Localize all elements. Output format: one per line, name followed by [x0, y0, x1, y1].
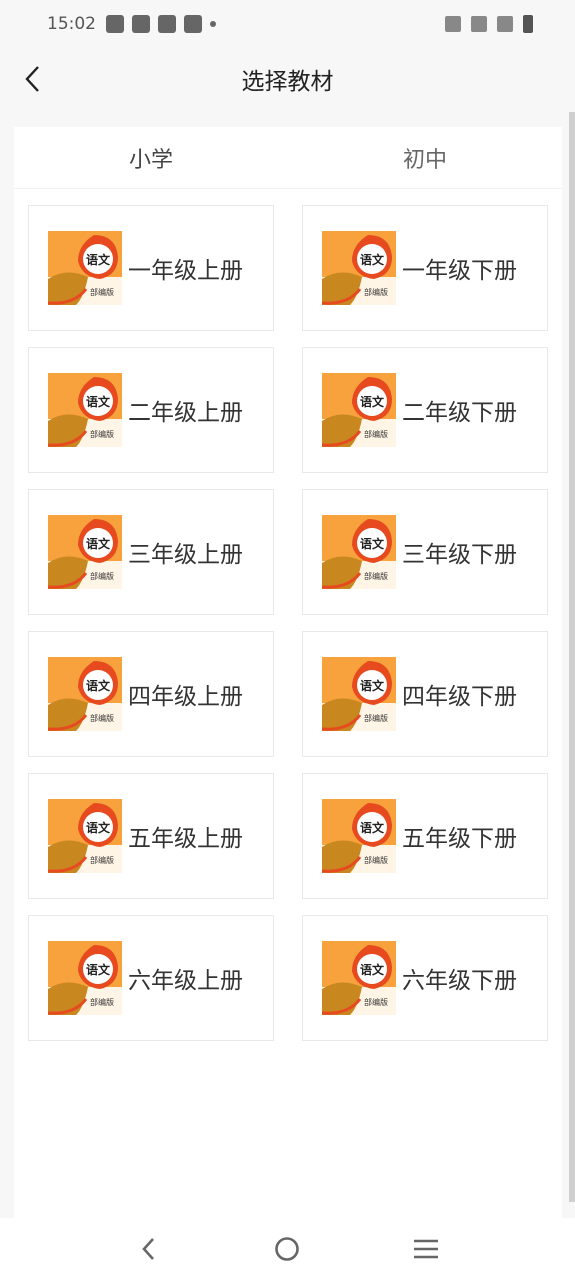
- textbook-card[interactable]: 语文 部编版 四年级下册: [302, 631, 548, 757]
- textbook-label: 四年级下册: [402, 684, 517, 710]
- cover-edition: 部编版: [364, 429, 388, 439]
- signal-icon: [497, 16, 513, 32]
- cover-subject: 语文: [360, 252, 385, 267]
- textbook-label: 二年级上册: [128, 400, 243, 426]
- textbook-cover-icon: 语文部编版: [322, 373, 396, 447]
- more-notifications-icon: [210, 21, 216, 27]
- scrollbar[interactable]: [569, 112, 575, 1202]
- battery-icon: [523, 15, 533, 33]
- textbook-cover-icon: 语文部编版: [48, 657, 122, 731]
- textbook-label: 五年级上册: [128, 826, 243, 852]
- cover-subject: 语文: [86, 252, 111, 267]
- textbook-card[interactable]: 语文 部编版 四年级上册: [28, 631, 274, 757]
- textbook-cover-icon: 语文部编版: [322, 515, 396, 589]
- system-nav-bar: [0, 1218, 575, 1280]
- cover-subject: 语文: [360, 962, 385, 977]
- cover-edition: 部编版: [364, 571, 388, 581]
- cover-subject: 语文: [86, 536, 111, 551]
- textbook-label: 三年级下册: [402, 542, 517, 568]
- cover-subject: 语文: [86, 820, 111, 835]
- title-bar: 选择教材: [0, 48, 575, 110]
- cover-edition: 部编版: [90, 287, 114, 297]
- cover-edition: 部编版: [364, 713, 388, 723]
- cover-edition: 部编版: [90, 855, 114, 865]
- textbook-label: 六年级上册: [128, 968, 243, 994]
- chevron-left-icon: [25, 66, 39, 92]
- textbook-cover-icon: 语文部编版: [48, 515, 122, 589]
- textbook-label: 一年级下册: [402, 258, 517, 284]
- content-panel: 小学 初中 语文 部编版 一年级上册 语文 部编版 一年级下册 语文 部编版 二年级上册 语文 部编…: [14, 127, 562, 1218]
- cover-subject: 语文: [86, 962, 111, 977]
- textbook-label: 三年级上册: [128, 542, 243, 568]
- cover-subject: 语文: [86, 678, 111, 693]
- nav-back-icon: [142, 1238, 155, 1260]
- vibrate-icon: [445, 16, 461, 32]
- nav-menu-button[interactable]: [406, 1229, 446, 1269]
- cover-edition: 部编版: [364, 997, 388, 1007]
- cover-edition: 部编版: [90, 571, 114, 581]
- textbook-card[interactable]: 语文 部编版 二年级下册: [302, 347, 548, 473]
- cover-subject: 语文: [360, 536, 385, 551]
- wifi-icon: [471, 16, 487, 32]
- nav-home-button[interactable]: [267, 1229, 307, 1269]
- tab-primary-school[interactable]: 小学: [14, 127, 288, 188]
- textbook-label: 二年级下册: [402, 400, 517, 426]
- nav-home-icon: [275, 1237, 300, 1261]
- notification-icons: [106, 15, 216, 33]
- textbook-label: 六年级下册: [402, 968, 517, 994]
- tab-junior-high[interactable]: 初中: [288, 127, 562, 188]
- textbook-card[interactable]: 语文 部编版 五年级上册: [28, 773, 274, 899]
- textbook-label: 四年级上册: [128, 684, 243, 710]
- textbook-label: 一年级上册: [128, 258, 243, 284]
- textbook-card[interactable]: 语文 部编版 六年级上册: [28, 915, 274, 1041]
- textbook-cover-icon: 语文部编版: [48, 799, 122, 873]
- textbook-label: 五年级下册: [402, 826, 517, 852]
- cover-subject: 语文: [86, 394, 111, 409]
- textbook-card[interactable]: 语文 部编版 一年级上册: [28, 205, 274, 331]
- textbook-cover-icon: 语文部编版: [48, 231, 122, 305]
- cover-edition: 部编版: [90, 997, 114, 1007]
- textbook-card[interactable]: 语文 部编版 二年级上册: [28, 347, 274, 473]
- cover-edition: 部编版: [364, 855, 388, 865]
- page-title: 选择教材: [241, 69, 334, 95]
- back-button[interactable]: [18, 62, 48, 96]
- nav-back-button[interactable]: [129, 1229, 169, 1269]
- textbook-cover-icon: 语文部编版: [322, 941, 396, 1015]
- textbook-cover-icon: 语文部编版: [322, 657, 396, 731]
- nav-menu-icon: [413, 1239, 438, 1259]
- notification-icon: [184, 15, 202, 33]
- system-icons: [445, 15, 533, 33]
- notification-icon: [132, 15, 150, 33]
- cover-edition: 部编版: [90, 429, 114, 439]
- textbook-cover-icon: 语文部编版: [48, 373, 122, 447]
- textbook-cover-icon: 语文部编版: [322, 231, 396, 305]
- cover-subject: 语文: [360, 394, 385, 409]
- cover-edition: 部编版: [364, 287, 388, 297]
- status-time: 15:02: [47, 14, 96, 34]
- cover-subject: 语文: [360, 678, 385, 693]
- textbook-grid: 语文 部编版 一年级上册 语文 部编版 一年级下册 语文 部编版 二年级上册 语文 部编版 二年级下册…: [28, 205, 548, 1041]
- notification-icon: [158, 15, 176, 33]
- status-bar: 15:02: [0, 0, 575, 48]
- cover-edition: 部编版: [90, 713, 114, 723]
- cover-subject: 语文: [360, 820, 385, 835]
- textbook-card[interactable]: 语文 部编版 五年级下册: [302, 773, 548, 899]
- textbook-cover-icon: 语文部编版: [322, 799, 396, 873]
- textbook-card[interactable]: 语文 部编版 六年级下册: [302, 915, 548, 1041]
- textbook-card[interactable]: 语文 部编版 一年级下册: [302, 205, 548, 331]
- level-tabs: 小学 初中: [14, 127, 562, 189]
- textbook-cover-icon: 语文部编版: [48, 941, 122, 1015]
- textbook-card[interactable]: 语文 部编版 三年级上册: [28, 489, 274, 615]
- notification-icon: [106, 15, 124, 33]
- textbook-card[interactable]: 语文 部编版 三年级下册: [302, 489, 548, 615]
